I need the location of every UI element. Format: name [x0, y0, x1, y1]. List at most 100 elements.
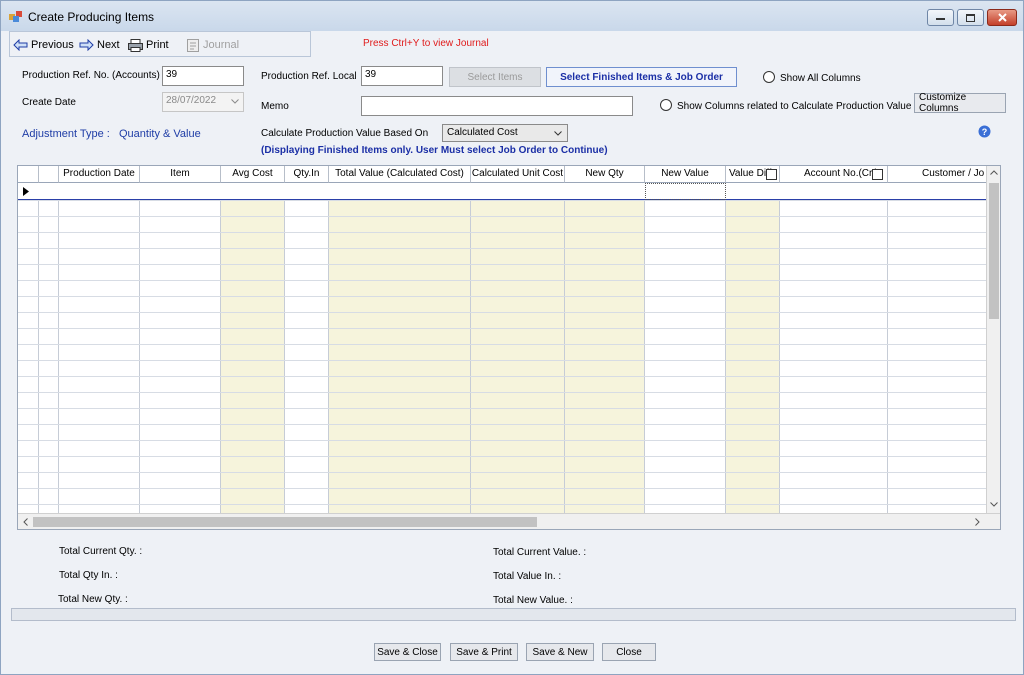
- grid-row-line: [18, 248, 986, 249]
- chevron-down-icon: [554, 131, 562, 136]
- grid-row-line: [18, 280, 986, 281]
- journal-icon: [187, 38, 199, 52]
- arrow-right-icon: [79, 39, 94, 51]
- create-date-value: 28/07/2022: [166, 95, 217, 106]
- create-producing-items-window: Create Producing Items Previous Next Pri…: [0, 0, 1024, 675]
- journal-button[interactable]: Journal: [186, 37, 239, 53]
- help-icon[interactable]: ?: [978, 125, 991, 138]
- chevron-right-icon[interactable]: [975, 518, 980, 526]
- account-no-checkbox[interactable]: [872, 169, 883, 180]
- grid-row-line: [18, 232, 986, 233]
- col-qty-in[interactable]: Qty.In: [285, 166, 329, 183]
- maximize-button[interactable]: [957, 9, 984, 26]
- prod-ref-accounts-input[interactable]: 39: [162, 66, 244, 86]
- minimize-icon: [936, 17, 945, 20]
- col-value-diff[interactable]: Value Diff.: [726, 166, 780, 183]
- grid-row-line: [18, 216, 986, 217]
- row-header-corner-2: [39, 166, 59, 183]
- adjustment-type-label: Adjustment Type :: [22, 128, 110, 140]
- total-value-in-label: Total Value In. :: [493, 571, 562, 582]
- calc-based-on-label: Calculate Production Value Based On: [261, 128, 429, 139]
- select-finished-items-button[interactable]: Select Finished Items & Job Order: [546, 67, 737, 87]
- grid-row-line: [18, 472, 986, 473]
- vertical-scroll-thumb[interactable]: [989, 183, 999, 319]
- total-new-qty-label: Total New Qty. :: [58, 594, 128, 605]
- value-diff-checkbox[interactable]: [766, 169, 777, 180]
- show-all-columns-radio[interactable]: [763, 71, 775, 83]
- memo-label: Memo: [261, 101, 289, 112]
- horizontal-scrollbar[interactable]: [18, 513, 1000, 529]
- previous-button[interactable]: Previous: [13, 37, 74, 53]
- show-prod-value-columns-label: Show Columns related to Calculate Produc…: [677, 101, 912, 112]
- grid-row-line: [18, 488, 986, 489]
- chevron-left-icon[interactable]: [23, 518, 28, 526]
- show-prod-value-columns-radio[interactable]: [660, 99, 672, 111]
- grid-row-line: [18, 296, 986, 297]
- grid-row-line: [18, 392, 986, 393]
- previous-label: Previous: [31, 39, 74, 51]
- col-account-no-label: Account No.(Cr.): [804, 168, 878, 179]
- grid-row-line: [18, 312, 986, 313]
- grid-row-line: [18, 440, 986, 441]
- col-avg-cost[interactable]: Avg Cost: [221, 166, 285, 183]
- grid-row-line: [18, 360, 986, 361]
- current-row-arrow-icon: [23, 187, 29, 196]
- print-button[interactable]: Print: [128, 37, 169, 53]
- grid-row-line: [18, 456, 986, 457]
- save-new-button[interactable]: Save & New: [526, 643, 594, 661]
- col-item[interactable]: Item: [140, 166, 221, 183]
- window-title: Create Producing Items: [28, 10, 155, 24]
- prod-ref-local-input[interactable]: 39: [361, 66, 443, 86]
- save-print-button[interactable]: Save & Print: [450, 643, 518, 661]
- table-row[interactable]: [18, 183, 986, 200]
- total-new-value-label: Total New Value. :: [493, 595, 573, 606]
- grid-row-line: [18, 328, 986, 329]
- col-customer-job[interactable]: Customer / Jo: [888, 166, 986, 183]
- col-total-value[interactable]: Total Value (Calculated Cost): [329, 166, 471, 183]
- save-close-button[interactable]: Save & Close: [374, 643, 441, 661]
- vertical-scrollbar[interactable]: [986, 166, 1000, 513]
- prod-ref-local-label: Production Ref. Local: [261, 71, 357, 82]
- new-value-cell-focused[interactable]: [645, 183, 726, 200]
- create-date-picker[interactable]: 28/07/2022: [162, 92, 244, 112]
- grid-row-line: [18, 424, 986, 425]
- total-current-qty-label: Total Current Qty. :: [59, 546, 143, 557]
- chevron-down-icon[interactable]: [990, 502, 998, 507]
- maximize-icon: [966, 13, 975, 22]
- select-items-button[interactable]: Select Items: [449, 67, 541, 87]
- grid-row-line: [18, 200, 986, 201]
- close-button[interactable]: Close: [602, 643, 656, 661]
- customize-columns-button[interactable]: Customize Columns: [914, 92, 1006, 114]
- calc-based-on-value: Calculated Cost: [447, 127, 518, 138]
- minimize-button[interactable]: [927, 9, 954, 26]
- printer-icon: [128, 38, 143, 52]
- grid-row-line: [18, 344, 986, 345]
- arrow-left-icon: [13, 39, 28, 51]
- horizontal-scroll-thumb[interactable]: [33, 517, 537, 527]
- journal-label: Journal: [203, 39, 240, 51]
- finished-items-note: (Displaying Finished Items only. User Mu…: [261, 145, 608, 156]
- close-icon: [997, 13, 1007, 22]
- col-calculated-unit-cost[interactable]: Calculated Unit Cost: [471, 166, 565, 183]
- status-bar: [11, 608, 1016, 621]
- prod-ref-accounts-label: Production Ref. No. (Accounts): [22, 70, 160, 81]
- memo-input[interactable]: [361, 96, 633, 116]
- col-account-no[interactable]: Account No.(Cr.): [780, 166, 888, 183]
- next-button[interactable]: Next: [79, 37, 120, 53]
- calc-based-on-select[interactable]: Calculated Cost: [442, 124, 568, 142]
- grid-row-line: [18, 504, 986, 505]
- col-new-qty[interactable]: New Qty: [565, 166, 645, 183]
- total-current-value-label: Total Current Value. :: [493, 547, 587, 558]
- close-window-button[interactable]: [987, 9, 1017, 26]
- journal-hint: Press Ctrl+Y to view Journal: [363, 38, 489, 49]
- col-production-date[interactable]: Production Date: [59, 166, 140, 183]
- adjustment-type-value: Quantity & Value: [119, 128, 201, 140]
- total-qty-in-label: Total Qty In. :: [59, 570, 118, 581]
- svg-text:?: ?: [982, 127, 988, 137]
- chevron-up-icon[interactable]: [990, 170, 998, 175]
- chevron-down-icon: [231, 99, 239, 104]
- grid-row-line: [18, 264, 986, 265]
- col-new-value[interactable]: New Value: [645, 166, 726, 183]
- grid-row-line: [18, 376, 986, 377]
- items-grid[interactable]: Production Date Item Avg Cost Qty.In Tot…: [17, 165, 1001, 530]
